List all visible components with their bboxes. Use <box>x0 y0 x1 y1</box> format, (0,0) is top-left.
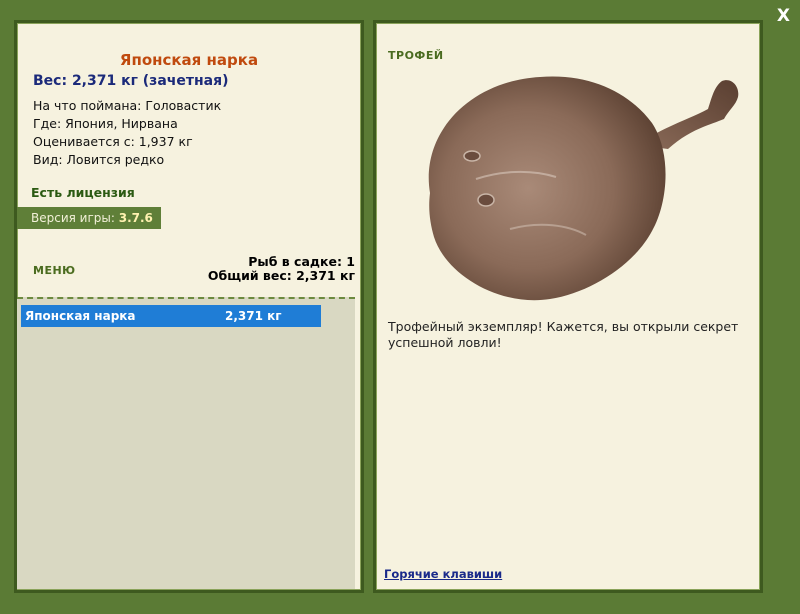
list-item[interactable]: Японская нарка 2,371 кг <box>21 305 321 327</box>
list-item-weight: 2,371 кг <box>225 309 282 323</box>
keepnet-total: Общий вес: 2,371 кг <box>207 268 355 283</box>
version-value: 3.7.6 <box>118 211 153 225</box>
rarity-line: Вид: Ловится редко <box>33 152 165 167</box>
list-item-name: Японская нарка <box>25 309 136 323</box>
keepnet-summary: Рыб в садке: 1 Общий вес: 2,371 кг <box>208 255 355 283</box>
counted-from-line: Оценивается с: 1,937 кг <box>33 134 193 149</box>
game-window: X Японская нарка Вес: 2,371 кг (зачетная… <box>0 0 800 614</box>
close-button[interactable]: X <box>777 6 790 26</box>
bait-line: На что поймана: Головастик <box>33 98 222 113</box>
license-status: Есть лицензия <box>31 185 135 200</box>
version-label: Версия игры: <box>31 211 115 225</box>
catch-list: Японская нарка 2,371 кг <box>17 297 355 589</box>
trophy-panel: ТРОФЕЙ Трофейный экземпляр! Кажется, вы … <box>373 20 763 593</box>
keepnet-count: Рыб в садке: 1 <box>248 254 355 269</box>
hotkeys-link[interactable]: Горячие клавиши <box>384 567 502 581</box>
fish-weight: Вес: 2,371 кг (зачетная) <box>33 73 229 89</box>
trophy-text: Трофейный экземпляр! Кажется, вы открыли… <box>388 319 739 350</box>
fish-info-panel: Японская нарка Вес: 2,371 кг (зачетная) … <box>14 20 364 593</box>
fish-details: На что поймана: Головастик Где: Япония, … <box>33 97 221 169</box>
location-line: Где: Япония, Нирвана <box>33 116 178 131</box>
menu-button[interactable]: МЕНЮ <box>33 264 76 277</box>
version-bar: Версия игры: 3.7.6 <box>17 207 161 229</box>
fish-name: Японская нарка <box>119 51 259 69</box>
trophy-label: ТРОФЕЙ <box>388 49 444 62</box>
fish-image <box>428 76 739 301</box>
